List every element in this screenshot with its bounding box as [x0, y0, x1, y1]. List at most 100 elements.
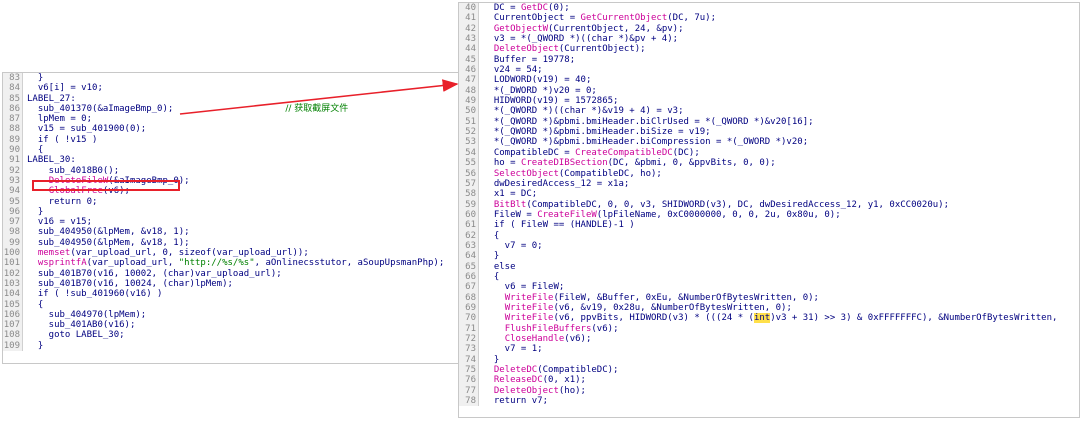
code-text: CompatibleDC = CreateCompatibleDC(DC); [483, 147, 700, 158]
code-text: FlushFileBuffers(v6); [504, 323, 619, 334]
code-text: { [483, 230, 500, 241]
line-number: 46 [459, 65, 479, 76]
code-text: WriteFile(v6, &v19, 0x28u, &NumberOfByte… [504, 302, 792, 313]
code-line: 53 *(_QWORD *)&pbmi.bmiHeader.biCompress… [459, 137, 1079, 148]
call-highlight-box [32, 180, 180, 191]
code-text: *(_QWORD *)&pbmi.bmiHeader.biCompression… [483, 137, 809, 148]
code-text: v3 = *(_QWORD *)((char *)&pv + 4); [483, 34, 679, 45]
code-text: LABEL_27: [27, 93, 76, 104]
line-number: 104 [3, 289, 23, 300]
code-text: ReleaseDC(0, x1); [493, 375, 586, 386]
line-number: 50 [459, 106, 479, 117]
line-number: 41 [459, 13, 479, 24]
code-line: 71 FlushFileBuffers(v6); [459, 323, 1079, 334]
code-line: 67 v6 = FileW; [459, 282, 1079, 293]
code-line: 106 sub_404970(lpMem); [3, 309, 459, 321]
line-number: 94 [3, 186, 23, 197]
code-text: *(_QWORD *)((char *)&v19 + 4) = v3; [483, 106, 684, 117]
code-text: { [27, 299, 44, 310]
code-line: 41 CurrentObject = GetCurrentObject(DC, … [459, 13, 1079, 24]
line-number: 78 [459, 396, 479, 407]
code-text: v7 = 0; [483, 240, 543, 251]
code-text: if ( !sub_401960(v16) ) [27, 289, 163, 300]
line-number: 44 [459, 44, 479, 55]
line-number: 93 [3, 175, 23, 187]
line-number: 72 [459, 334, 479, 345]
code-line: 50 *(_QWORD *)((char *)&v19 + 4) = v3; [459, 106, 1079, 117]
code-line: 92 sub_4018B0(); [3, 165, 459, 176]
code-text: LODWORD(v19) = 40; [483, 75, 592, 86]
code-line: 74 } [459, 354, 1079, 366]
code-line: 51 *(_QWORD *)&pbmi.bmiHeader.biClrUsed … [459, 116, 1079, 128]
line-number: 85 [3, 93, 23, 104]
line-number: 61 [459, 220, 479, 231]
code-line: 63 v7 = 0; [459, 240, 1079, 252]
code-line: 73 v7 = 1; [459, 344, 1079, 355]
code-line: 97 v16 = v15; [3, 217, 459, 228]
line-number: 68 [459, 292, 479, 303]
code-line: 83 } [3, 73, 459, 84]
line-number: 63 [459, 240, 479, 252]
code-text: Buffer = 19778; [483, 54, 576, 65]
code-line: 57 dwDesiredAccess_12 = x1a; [459, 178, 1079, 190]
line-number: 83 [3, 73, 23, 84]
line-number: 54 [459, 147, 479, 159]
code-text: CloseHandle(v6); [504, 334, 592, 344]
code-line: 54 CompatibleDC = CreateCompatibleDC(DC)… [459, 147, 1079, 159]
code-text: v6 = FileW; [483, 282, 565, 293]
code-text: return 0; [27, 196, 98, 207]
line-number: 52 [459, 127, 479, 138]
line-number: 64 [459, 251, 479, 262]
code-line: 72 CloseHandle(v6); [459, 334, 1079, 345]
line-number: 49 [459, 96, 479, 107]
code-line: 45 Buffer = 19778; [459, 54, 1079, 66]
line-number: 95 [3, 196, 23, 207]
code-line: 58 x1 = DC; [459, 189, 1079, 200]
code-line: 69 WriteFile(v6, &v19, 0x28u, &NumberOfB… [459, 302, 1079, 314]
line-number: 97 [3, 217, 23, 228]
line-number: 56 [459, 168, 479, 179]
line-number: 70 [459, 313, 479, 324]
code-text: } [27, 73, 44, 83]
line-number: 77 [459, 385, 479, 397]
code-text: return v7; [483, 396, 549, 407]
code-line: 48 *(_DWORD *)v20 = 0; [459, 85, 1079, 97]
right-code-listing: 40 DC = GetDC(0); 41 CurrentObject = GetC… [459, 3, 1079, 407]
code-line: 99 sub_404950(&lpMem, &v18, 1); [3, 237, 459, 249]
line-number: 102 [3, 268, 23, 279]
code-text: v15 = sub_401900(0); [27, 124, 147, 135]
code-line: 90 { [3, 145, 459, 156]
left-code-panel: 83 } 84 v6[i] = v10; 85 LABEL_27: 86 sub_401… [2, 72, 460, 364]
code-text: WriteFile(v6, ppvBits, HIDWORD(v3) * (((… [504, 313, 1058, 324]
code-text: sub_404970(lpMem); [27, 309, 147, 320]
line-number: 74 [459, 354, 479, 366]
code-line: 85 LABEL_27: [3, 93, 459, 104]
code-line: 56 SelectObject(CompatibleDC, ho); [459, 168, 1079, 179]
code-text: sub_404950(&lpMem, &v18, 1); [27, 227, 190, 238]
left-code-listing: 83 } 84 v6[i] = v10; 85 LABEL_27: 86 sub_401… [3, 73, 459, 352]
line-number: 40 [459, 3, 479, 14]
code-line: 91 LABEL_30: [3, 155, 459, 166]
code-text: GetObjectW(CurrentObject, 24, &pv); [493, 23, 684, 34]
line-number: 75 [459, 365, 479, 376]
code-line: 59 BitBlt(CompatibleDC, 0, 0, v3, SHIDWO… [459, 199, 1079, 210]
code-line: 75 DeleteDC(CompatibleDC); [459, 365, 1079, 376]
line-number: 69 [459, 302, 479, 314]
code-line: 100 memset(var_upload_url, 0, sizeof(var… [3, 248, 459, 259]
line-number: 101 [3, 258, 23, 269]
code-text: sub_4018B0(); [27, 165, 120, 176]
line-number: 87 [3, 114, 23, 125]
line-number: 99 [3, 237, 23, 249]
line-number: 90 [3, 145, 23, 156]
comment-text: // 获取截屏文件 [285, 103, 349, 114]
code-text: v16 = v15; [27, 217, 93, 228]
line-number: 58 [459, 189, 479, 200]
code-line: 55 ho = CreateDIBSection(DC, &pbmi, 0, &… [459, 158, 1079, 169]
code-text: LABEL_30: [27, 155, 76, 166]
line-number: 66 [459, 271, 479, 283]
code-text: else [483, 261, 516, 272]
code-line: 78 return v7; [459, 396, 1079, 407]
code-line: 102 sub_401B70(v16, 10002, (char)var_upl… [3, 268, 459, 279]
line-number: 47 [459, 75, 479, 86]
line-number: 59 [459, 199, 479, 210]
